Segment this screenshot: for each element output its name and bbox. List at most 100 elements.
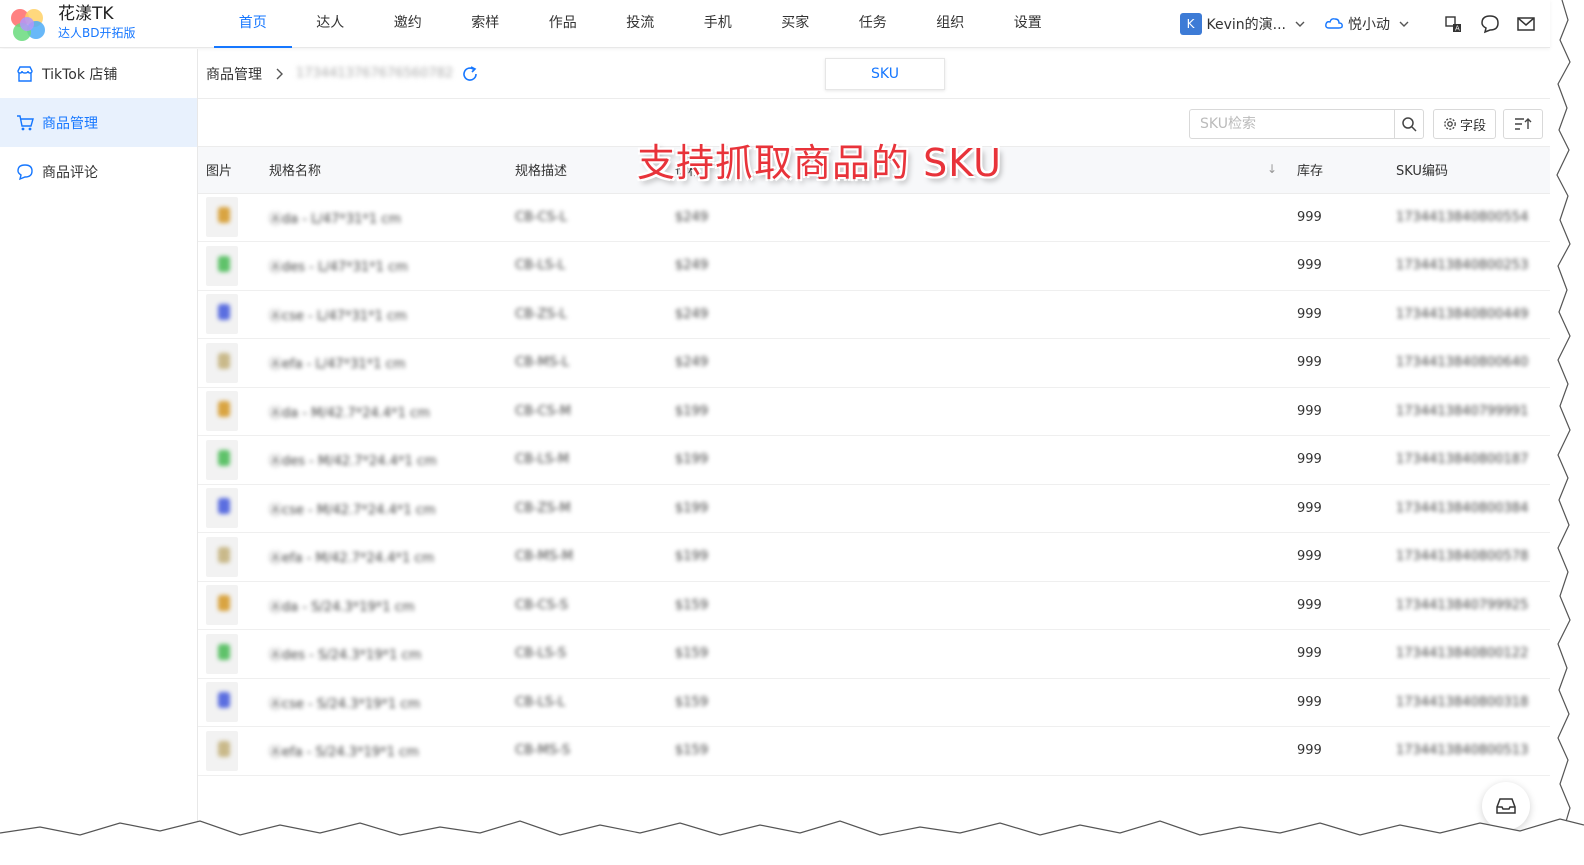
table-row[interactable]: Ⓐda - S/24.3*19*1 cm CB-CS-S $159 999 173441… bbox=[198, 581, 1550, 630]
comment-icon bbox=[17, 163, 33, 180]
sort-arrow-icon: ↓ bbox=[1266, 162, 1277, 176]
cell-image bbox=[198, 387, 261, 436]
price: $199 bbox=[675, 452, 709, 468]
table-row[interactable]: Ⓐda - M/42.7*24.4*1 cm CB-CS-M $199 999 1734… bbox=[198, 387, 1550, 436]
cart-icon bbox=[17, 114, 34, 130]
nav-home[interactable]: 首页 bbox=[214, 0, 292, 48]
nav-creators[interactable]: 达人 bbox=[292, 0, 370, 48]
cell-spec-name: Ⓐcse - L/47*31*1 cm bbox=[261, 290, 507, 339]
nav-buyers[interactable]: 买家 bbox=[757, 0, 835, 48]
table-row[interactable]: Ⓐcse - M/42.7*24.4*1 cm CB-ZS-M $199 999 173… bbox=[198, 484, 1550, 533]
top-right-controls: K Kevin的演... 悦小动 A bbox=[1179, 0, 1551, 48]
stock: 999 bbox=[1297, 452, 1322, 468]
product-thumbnail[interactable] bbox=[206, 633, 238, 674]
nav-settings[interactable]: 设置 bbox=[989, 0, 1067, 48]
product-thumbnail[interactable] bbox=[206, 536, 238, 577]
cell-sku-code: 1734413840800554 bbox=[1388, 193, 1550, 242]
thumbnail-swatch bbox=[218, 740, 230, 757]
thumbnail-swatch bbox=[218, 255, 230, 272]
sidebar-item-label: TikTok 店铺 bbox=[42, 66, 118, 83]
cell-spec-desc: CB-CS-L bbox=[507, 193, 667, 242]
stock: 999 bbox=[1297, 258, 1322, 274]
svg-text:A: A bbox=[1455, 25, 1460, 33]
mail-icon[interactable] bbox=[1516, 14, 1536, 34]
stock: 999 bbox=[1297, 694, 1322, 710]
cell-spec-desc: CB-ZS-M bbox=[507, 484, 667, 533]
column-header-image: 图片 bbox=[198, 147, 261, 194]
cell-price: $159 bbox=[667, 726, 1289, 776]
table-row[interactable]: Ⓐda - L/47*31*1 cm CB-CS-L $249 999 17344138… bbox=[198, 193, 1550, 242]
table-row[interactable]: Ⓐefa - L/47*31*1 cm CB-MS-L $249 999 1734413… bbox=[198, 338, 1550, 388]
cell-image bbox=[198, 629, 261, 679]
sidebar-item-tiktok-store[interactable]: TikTok 店铺 bbox=[0, 49, 197, 98]
nav-tasks[interactable]: 任务 bbox=[834, 0, 912, 48]
cell-stock: 999 bbox=[1289, 387, 1388, 436]
thumbnail-swatch bbox=[218, 352, 230, 369]
table-row[interactable]: Ⓐdes - M/42.7*24.4*1 cm CB-LS-M $199 999 173… bbox=[198, 435, 1550, 485]
nav-samples[interactable]: 索样 bbox=[447, 0, 525, 48]
fields-button[interactable]: 字段 bbox=[1433, 109, 1496, 139]
sku-code: 1734413840800578 bbox=[1396, 549, 1529, 565]
cell-stock: 999 bbox=[1289, 726, 1388, 776]
refresh-icon[interactable] bbox=[461, 65, 479, 83]
product-thumbnail[interactable] bbox=[206, 391, 238, 432]
cell-stock: 999 bbox=[1289, 435, 1388, 485]
product-thumbnail[interactable] bbox=[206, 730, 238, 771]
spec-desc: CB-LS-L bbox=[515, 258, 566, 274]
cell-spec-desc: CB-MS-S bbox=[507, 726, 667, 776]
sku-search-input[interactable]: SKU检索 bbox=[1189, 109, 1395, 139]
sidebar-item-product-reviews[interactable]: 商品评论 bbox=[0, 147, 197, 196]
table-row[interactable]: Ⓐcse - S/24.3*19*1 cm CB-LS-L $159 999 17344… bbox=[198, 678, 1550, 727]
nav-works[interactable]: 作品 bbox=[524, 0, 602, 48]
product-thumbnail[interactable] bbox=[206, 439, 238, 480]
cell-spec-desc: CB-LS-S bbox=[507, 629, 667, 679]
account-switcher[interactable]: K Kevin的演... bbox=[1179, 13, 1307, 35]
cell-price: $199 bbox=[667, 435, 1289, 485]
table-row[interactable]: Ⓐdes - L/47*31*1 cm CB-LS-L $249 999 1734413… bbox=[198, 241, 1550, 291]
team-switcher[interactable]: 悦小动 bbox=[1324, 14, 1410, 34]
cell-sku-code: 1734413840800513 bbox=[1388, 726, 1550, 776]
spec-name: Ⓐdes - L/47*31*1 cm bbox=[269, 260, 408, 276]
cell-image bbox=[198, 193, 261, 242]
spec-desc: CB-MS-L bbox=[515, 355, 570, 371]
table-row[interactable]: Ⓐefa - S/24.3*19*1 cm CB-MS-S $159 999 17344… bbox=[198, 726, 1550, 776]
nav-organization[interactable]: 组织 bbox=[912, 0, 990, 48]
product-thumbnail[interactable] bbox=[206, 342, 238, 383]
nav-phone[interactable]: 手机 bbox=[679, 0, 757, 48]
sku-code: 1734413840799991 bbox=[1396, 403, 1529, 419]
table-row[interactable]: Ⓐcse - L/47*31*1 cm CB-ZS-L $249 999 1734413… bbox=[198, 290, 1550, 339]
product-thumbnail[interactable] bbox=[206, 488, 238, 529]
price: $159 bbox=[675, 694, 709, 710]
cell-image bbox=[198, 290, 261, 339]
stock: 999 bbox=[1297, 597, 1322, 613]
cell-spec-name: Ⓐefa - M/42.7*24.4*1 cm bbox=[261, 532, 507, 582]
nav-invite[interactable]: 邀约 bbox=[369, 0, 447, 48]
product-thumbnail[interactable] bbox=[206, 682, 238, 723]
product-thumbnail[interactable] bbox=[206, 197, 238, 238]
tab-sku[interactable]: SKU bbox=[825, 58, 945, 90]
breadcrumb-product-management[interactable]: 商品管理 bbox=[206, 64, 262, 84]
sort-button[interactable] bbox=[1503, 109, 1543, 139]
sidebar-item-product-management[interactable]: 商品管理 bbox=[0, 98, 197, 147]
product-thumbnail[interactable] bbox=[206, 585, 238, 626]
cell-sku-code: 1734413840800384 bbox=[1388, 484, 1550, 533]
product-thumbnail[interactable] bbox=[206, 245, 238, 286]
cell-sku-code: 1734413840800449 bbox=[1388, 290, 1550, 339]
cell-sku-code: 1734413840800640 bbox=[1388, 338, 1550, 388]
table-row[interactable]: Ⓐefa - M/42.7*24.4*1 cm CB-MS-M $199 999 173… bbox=[198, 532, 1550, 582]
thumbnail-swatch bbox=[218, 546, 230, 563]
translate-icon[interactable]: A bbox=[1444, 14, 1464, 34]
spec-name: Ⓐdes - S/24.3*19*1 cm bbox=[269, 648, 422, 664]
cell-image bbox=[198, 726, 261, 776]
product-thumbnail[interactable] bbox=[206, 294, 238, 335]
cell-stock: 999 bbox=[1289, 193, 1388, 242]
stock: 999 bbox=[1297, 646, 1322, 662]
nav-ads[interactable]: 投流 bbox=[602, 0, 680, 48]
cell-sku-code: 1734413840800187 bbox=[1388, 435, 1550, 485]
search-button[interactable] bbox=[1394, 109, 1424, 139]
chat-icon[interactable] bbox=[1480, 14, 1500, 34]
spec-name: Ⓐcse - L/47*31*1 cm bbox=[269, 308, 407, 324]
cell-spec-desc: CB-LS-L bbox=[507, 678, 667, 727]
table-row[interactable]: Ⓐdes - S/24.3*19*1 cm CB-LS-S $159 999 17344… bbox=[198, 629, 1550, 679]
brand-name: 花漾TK bbox=[58, 4, 114, 24]
